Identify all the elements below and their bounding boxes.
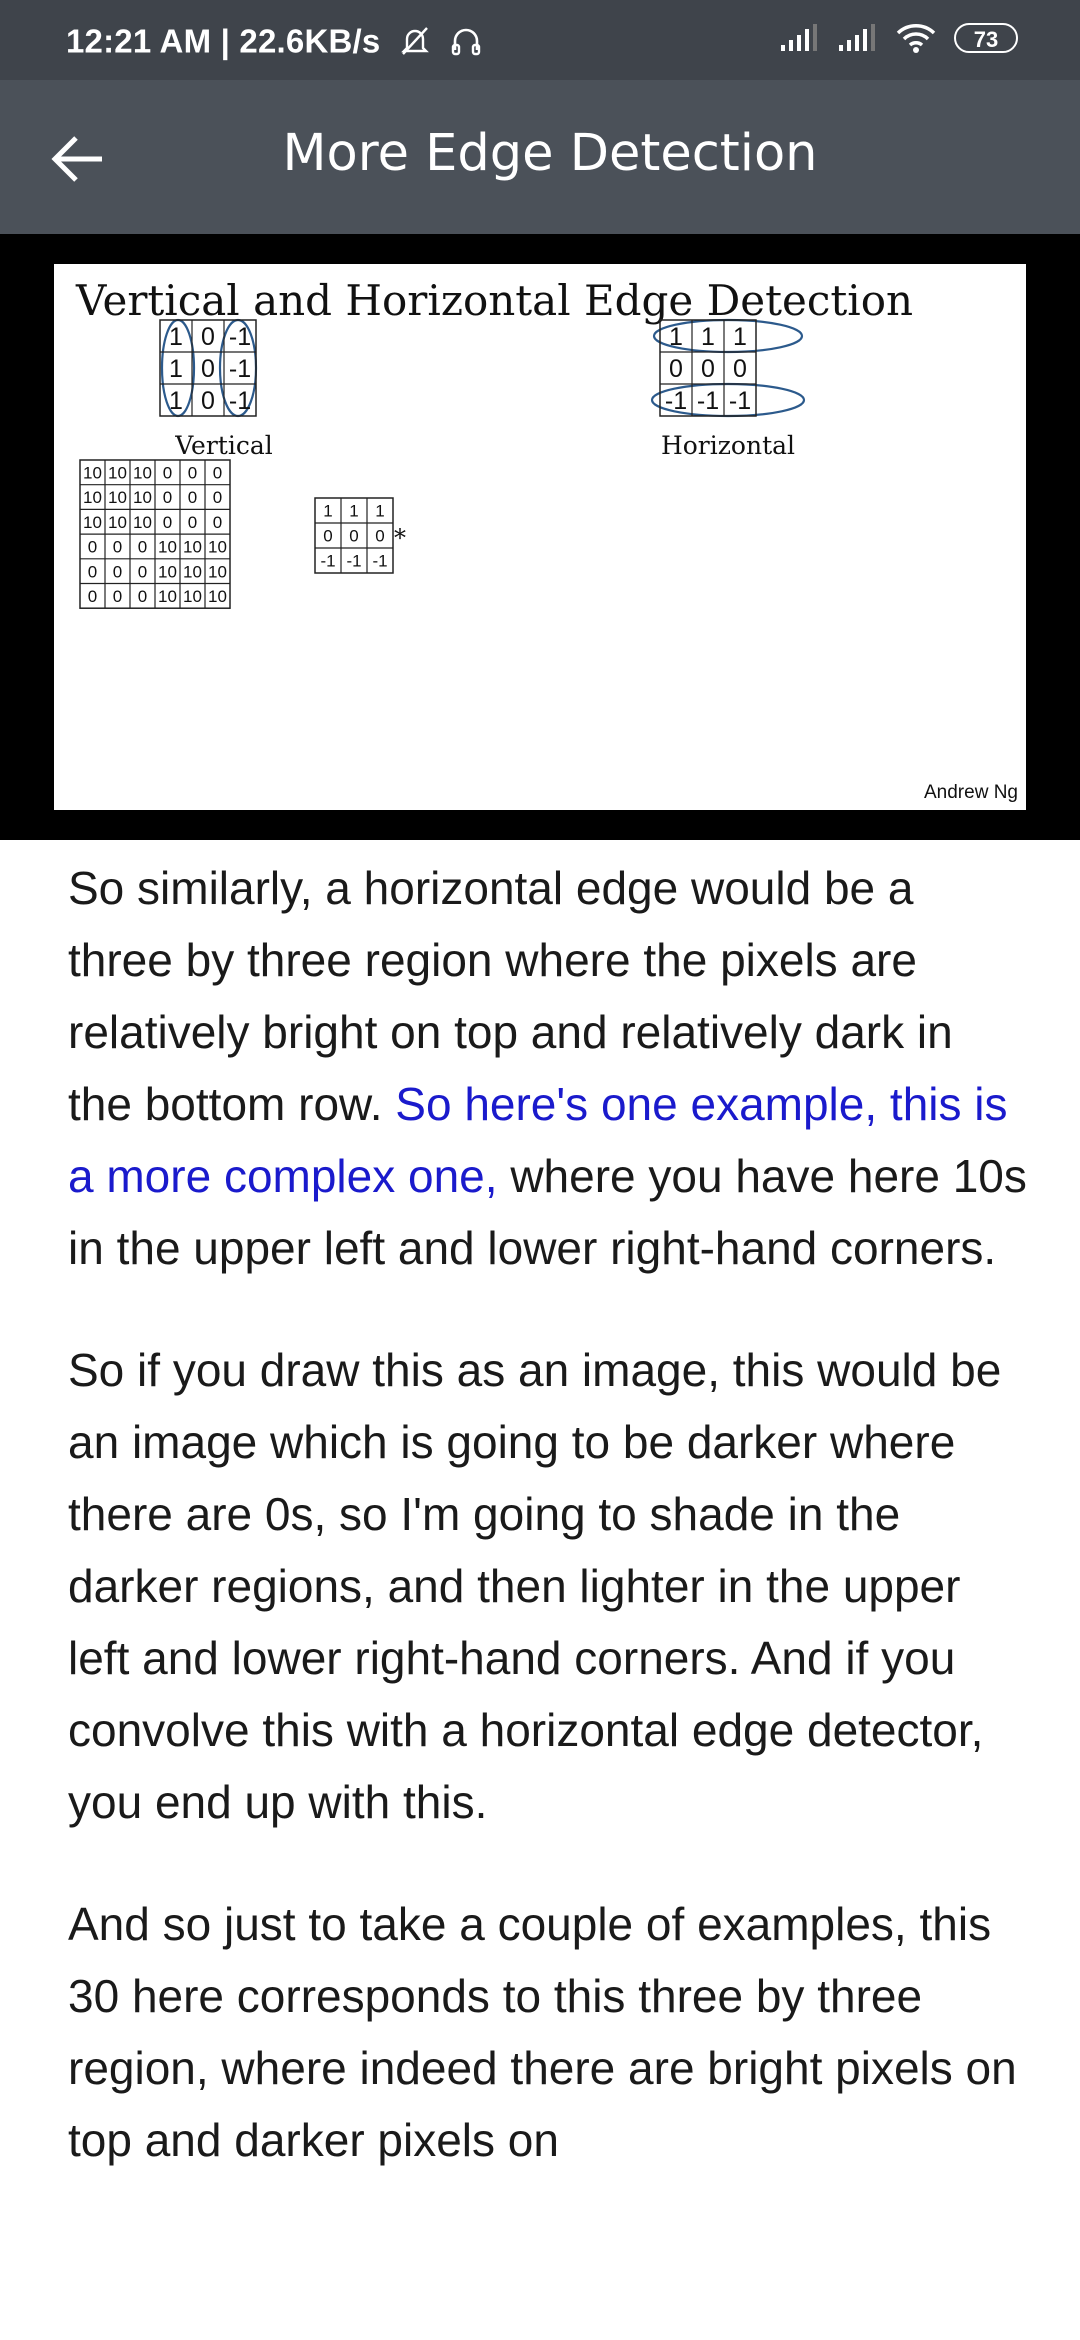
convolution-operator: * — [394, 524, 406, 552]
status-right: 73 — [765, 22, 1018, 62]
matrix-cell: 10 — [133, 463, 152, 482]
matrix-cell: 10 — [183, 587, 202, 606]
matrix-cell: -1 — [372, 552, 387, 571]
status-time-speed: 12:21 AM | 22.6KB/s — [66, 22, 381, 60]
signal-icon — [780, 24, 817, 51]
matrix-cell: 0 — [349, 527, 358, 546]
matrix-cell: 0 — [323, 527, 332, 546]
matrix-cell: 0 — [88, 538, 97, 557]
matrix-cell: 0 — [733, 355, 747, 383]
matrix-cell: 10 — [183, 562, 202, 581]
matrix-cell: 10 — [158, 538, 177, 557]
transcript-paragraph: So similarly, a horizontal edge would be… — [68, 852, 1028, 1284]
battery-indicator: 73 — [954, 23, 1018, 53]
matrix-cell: 0 — [163, 488, 172, 507]
matrix-cell: 0 — [188, 488, 197, 507]
matrix-cell: 10 — [208, 562, 227, 581]
vertical-label: Vertical — [174, 431, 272, 460]
signal-icon — [839, 24, 876, 51]
status-bar: 12:21 AM | 22.6KB/s 73 — [0, 0, 1080, 80]
matrix-cell: 0 — [701, 355, 715, 383]
matrix-cell: 1 — [669, 323, 683, 351]
matrix-cell: 0 — [113, 562, 122, 581]
transcript-paragraph[interactable]: So if you draw this as an image, this wo… — [68, 1334, 1028, 1838]
matrix-cell: 10 — [158, 587, 177, 606]
horizontal-filter-matrix: 1 1 10 0 0-1 -1 -1 — [659, 319, 757, 417]
matrix-cell: 10 — [133, 513, 152, 532]
matrix-cell: 0 — [88, 562, 97, 581]
wifi-icon — [896, 24, 935, 53]
slide-credit: Andrew Ng — [924, 782, 1018, 803]
matrix-cell: 1 — [375, 502, 384, 521]
horizontal-label: Horizontal — [661, 431, 795, 460]
matrix-cell: 0 — [113, 587, 122, 606]
matrix-cell: 1 — [349, 502, 358, 521]
matrix-cell: 10 — [208, 538, 227, 557]
lecture-slide: Vertical and Horizontal Edge Detection 1… — [54, 264, 1026, 810]
page-title: More Edge Detection — [282, 124, 818, 183]
small-filter-matrix: 1 1 10 0 0-1 -1 -1 — [314, 497, 394, 574]
matrix-cell: 1 — [701, 323, 715, 351]
matrix-cell: 10 — [83, 488, 102, 507]
matrix-cell: 0 — [88, 587, 97, 606]
matrix-cell: 0 — [138, 587, 147, 606]
matrix-cell: 0 — [201, 323, 215, 351]
matrix-cell: 1 — [169, 387, 183, 415]
matrix-cell: 10 — [183, 538, 202, 557]
matrix-cell: 1 — [169, 323, 183, 351]
matrix-cell: 0 — [163, 463, 172, 482]
matrix-cell: 10 — [158, 562, 177, 581]
matrix-cell: 1 — [733, 323, 747, 351]
matrix-cell: 0 — [138, 538, 147, 557]
matrix-cell: 10 — [108, 488, 127, 507]
headphones-icon — [452, 29, 481, 56]
matrix-cell: 0 — [188, 463, 197, 482]
matrix-cell: 0 — [213, 488, 222, 507]
matrix-cell: 0 — [113, 538, 122, 557]
matrix-cell: 0 — [138, 562, 147, 581]
app-bar: More Edge Detection — [0, 80, 1080, 234]
matrix-cell: 10 — [208, 587, 227, 606]
matrix-cell: 1 — [323, 502, 332, 521]
matrix-cell: 10 — [83, 463, 102, 482]
vertical-filter-matrix: 1 0 -11 0 -11 0 -1 — [159, 319, 257, 417]
mute-bell-icon — [400, 27, 429, 56]
matrix-cell: 0 — [163, 513, 172, 532]
matrix-cell: 0 — [188, 513, 197, 532]
transcript: So similarly, a horizontal edge would be… — [68, 852, 1028, 2226]
matrix-cell: 10 — [83, 513, 102, 532]
matrix-cell: -1 — [229, 355, 251, 383]
matrix-cell: -1 — [665, 387, 687, 415]
matrix-cell: 0 — [375, 527, 384, 546]
matrix-cell: 0 — [201, 387, 215, 415]
matrix-cell: 10 — [108, 513, 127, 532]
matrix-cell: -1 — [229, 323, 251, 351]
matrix-cell: 1 — [169, 355, 183, 383]
matrix-cell: -1 — [229, 387, 251, 415]
matrix-cell: -1 — [729, 387, 751, 415]
matrix-cell: 0 — [669, 355, 683, 383]
video-player[interactable]: Vertical and Horizontal Edge Detection 1… — [0, 234, 1080, 840]
matrix-cell: 10 — [133, 488, 152, 507]
matrix-cell: 0 — [201, 355, 215, 383]
matrix-cell: -1 — [346, 552, 361, 571]
slide-diagram: 1 0 -11 0 -11 0 -1 1 1 10 0 0-1 -1 -1 10 10 10 0 0 010 10 1… — [79, 318, 806, 609]
input-image-matrix: 10 10 10 0 0 010 10 10 0 0 010 10 10 0 0 00 0 0 10 10 100 0 0 1… — [79, 459, 231, 609]
matrix-cell: -1 — [320, 552, 335, 571]
transcript-paragraph[interactable]: And so just to take a couple of examples… — [68, 1888, 1028, 2176]
matrix-cell: 0 — [213, 513, 222, 532]
matrix-cell: 10 — [108, 463, 127, 482]
status-left: 12:21 AM | 22.6KB/s — [66, 20, 483, 60]
matrix-cell: -1 — [697, 387, 719, 415]
matrix-cell: 0 — [213, 463, 222, 482]
